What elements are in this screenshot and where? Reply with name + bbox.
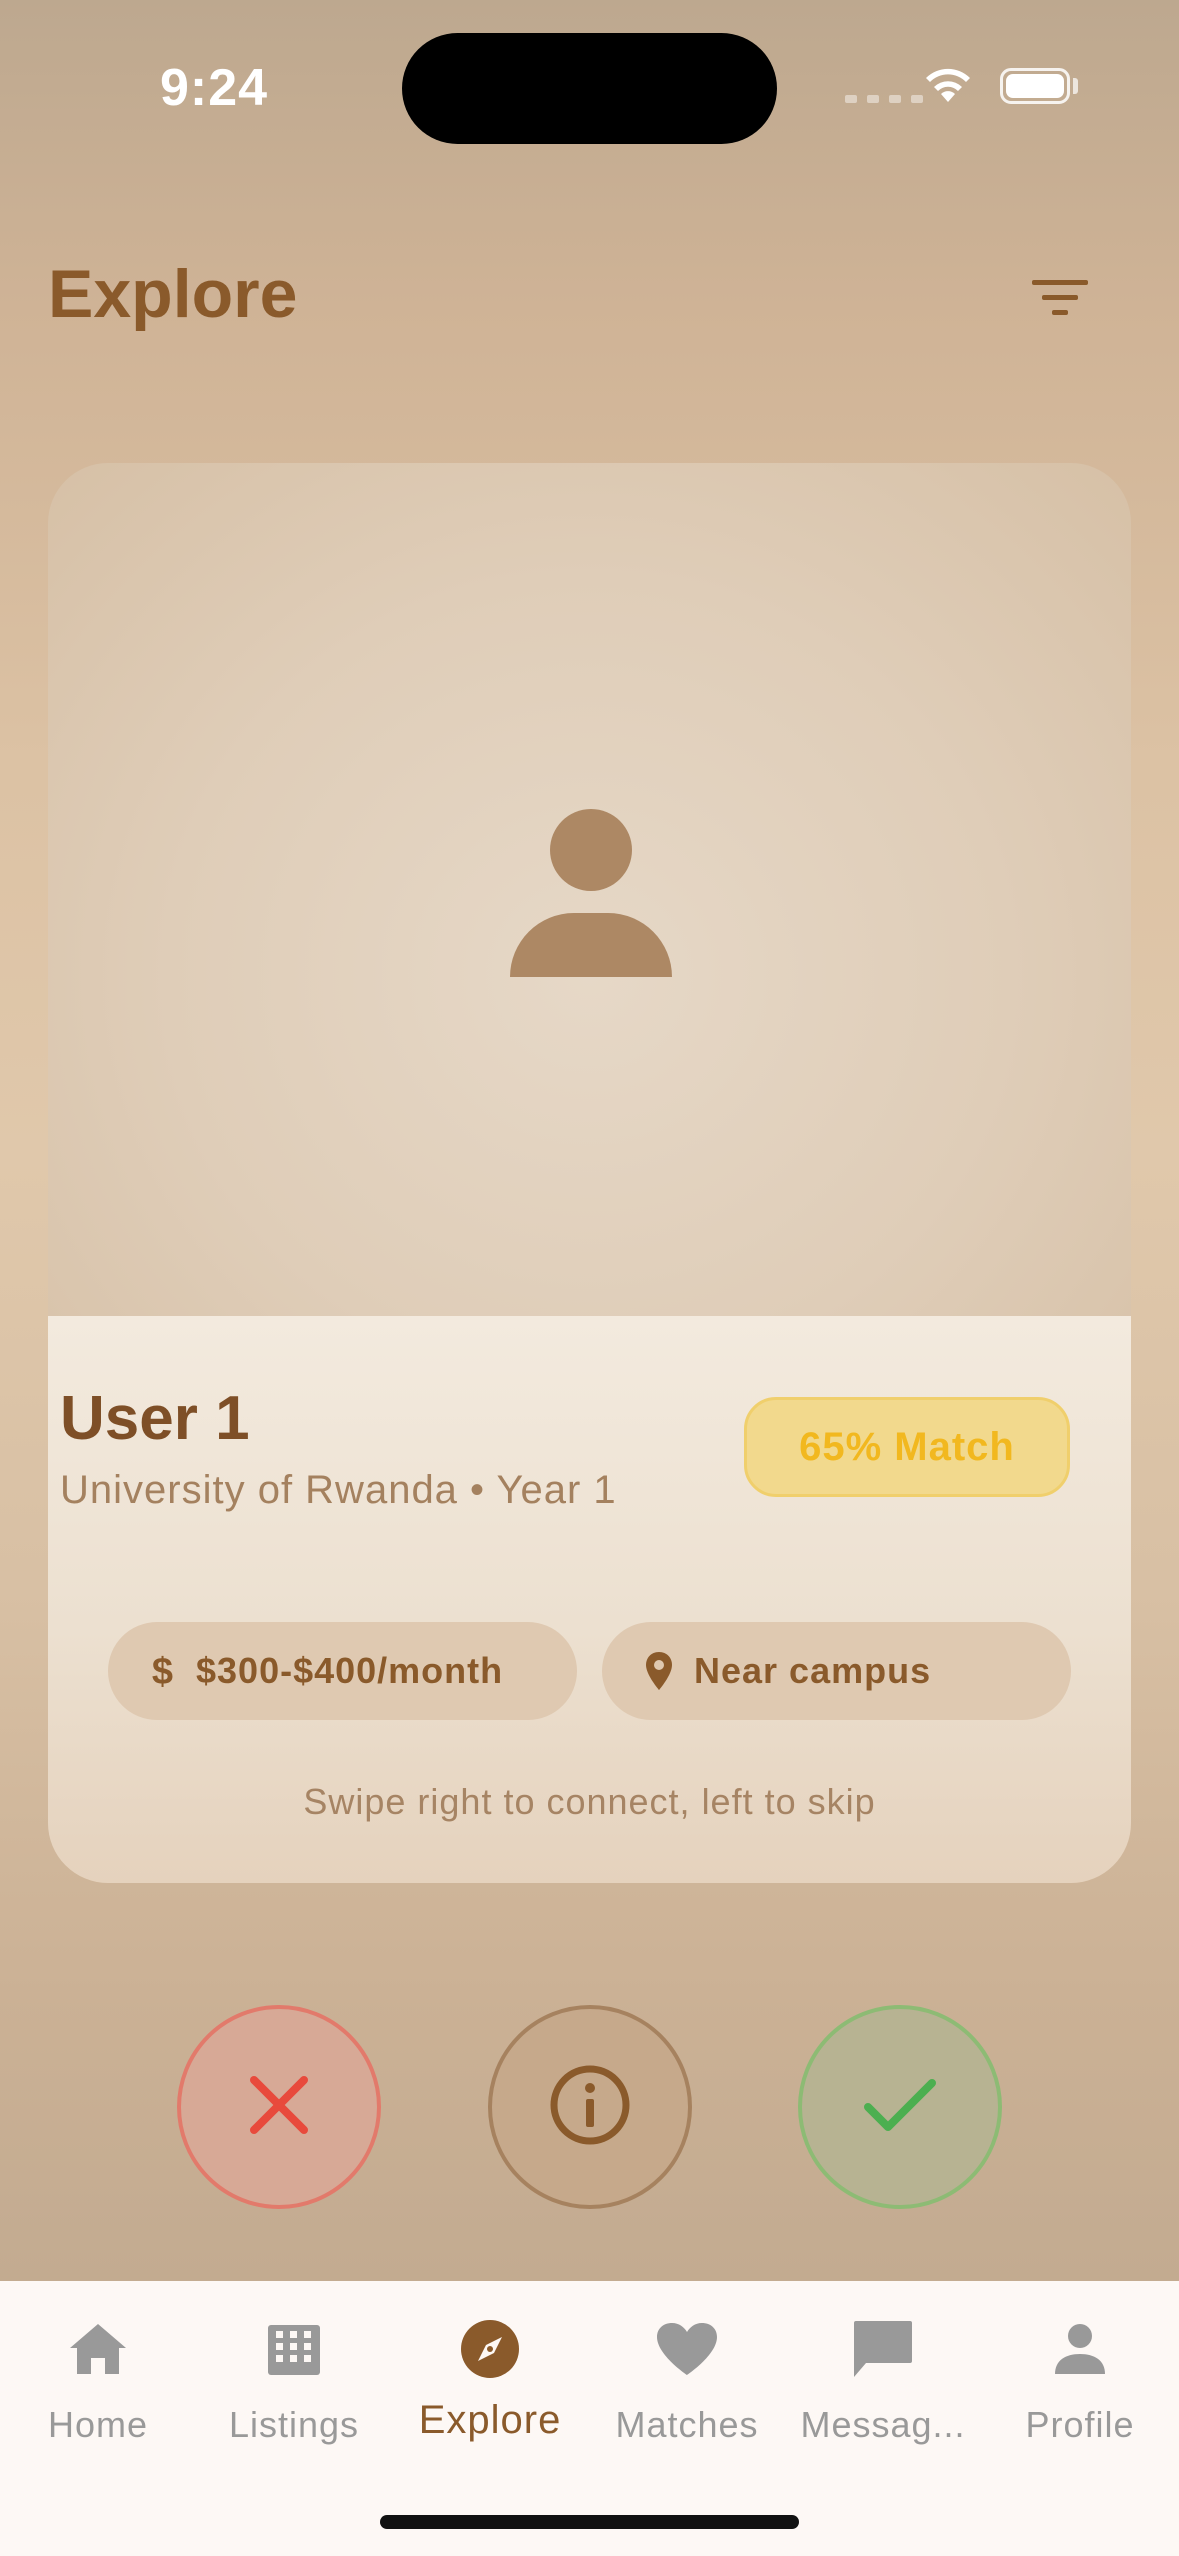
location-pin-icon (644, 1650, 674, 1692)
dynamic-island (402, 33, 777, 144)
home-indicator (380, 2515, 799, 2529)
page-title: Explore (48, 256, 298, 332)
tab-explore-label: Explore (418, 2398, 562, 2442)
info-icon (548, 2063, 632, 2152)
check-icon (862, 2075, 938, 2140)
skip-button[interactable] (177, 2005, 381, 2209)
close-icon (248, 2074, 310, 2141)
tab-profile-label: Profile (1025, 2404, 1135, 2445)
person-placeholder-body (510, 913, 672, 977)
user-name: User 1 (60, 1384, 250, 1453)
dollar-icon: $ (150, 1650, 176, 1692)
tab-listings[interactable]: Listings (196, 2300, 392, 2450)
person-icon (1053, 2308, 1107, 2390)
tab-home[interactable]: Home (0, 2300, 196, 2450)
budget-chip: $ $300-$400/month (108, 1622, 577, 1720)
tab-home-label: Home (47, 2404, 149, 2445)
tab-messages[interactable]: Messag... (785, 2300, 981, 2450)
cellular-signal-icon (845, 95, 923, 103)
message-icon (852, 2308, 914, 2390)
tab-explore[interactable]: Explore (392, 2300, 588, 2450)
budget-label: $300-$400/month (196, 1650, 504, 1691)
person-placeholder-icon (550, 809, 632, 891)
filter-icon[interactable] (1020, 268, 1100, 326)
compass-icon (459, 2308, 521, 2390)
tab-matches-label: Matches (615, 2404, 759, 2445)
svg-text:$: $ (152, 1651, 174, 1692)
home-icon (68, 2308, 128, 2390)
profile-photo (48, 463, 1131, 1316)
status-time: 9:24 (160, 59, 269, 117)
user-university-year: University of Rwanda • Year 1 (60, 1468, 617, 1512)
swipe-hint: Swipe right to connect, left to skip (303, 1781, 876, 1822)
tab-messages-label: Messag... (800, 2404, 966, 2445)
battery-icon (1000, 68, 1070, 104)
connect-button[interactable] (798, 2005, 1002, 2209)
tab-matches[interactable]: Matches (589, 2300, 785, 2450)
info-button[interactable] (488, 2005, 692, 2209)
building-icon (266, 2308, 322, 2390)
match-badge: 65% Match (744, 1397, 1070, 1497)
tab-listings-label: Listings (228, 2404, 360, 2445)
heart-icon (655, 2308, 719, 2390)
location-chip: Near campus (602, 1622, 1071, 1720)
battery-cap (1073, 78, 1078, 94)
wifi-icon (920, 62, 976, 111)
location-label: Near campus (694, 1650, 932, 1691)
tab-profile[interactable]: Profile (982, 2300, 1178, 2450)
